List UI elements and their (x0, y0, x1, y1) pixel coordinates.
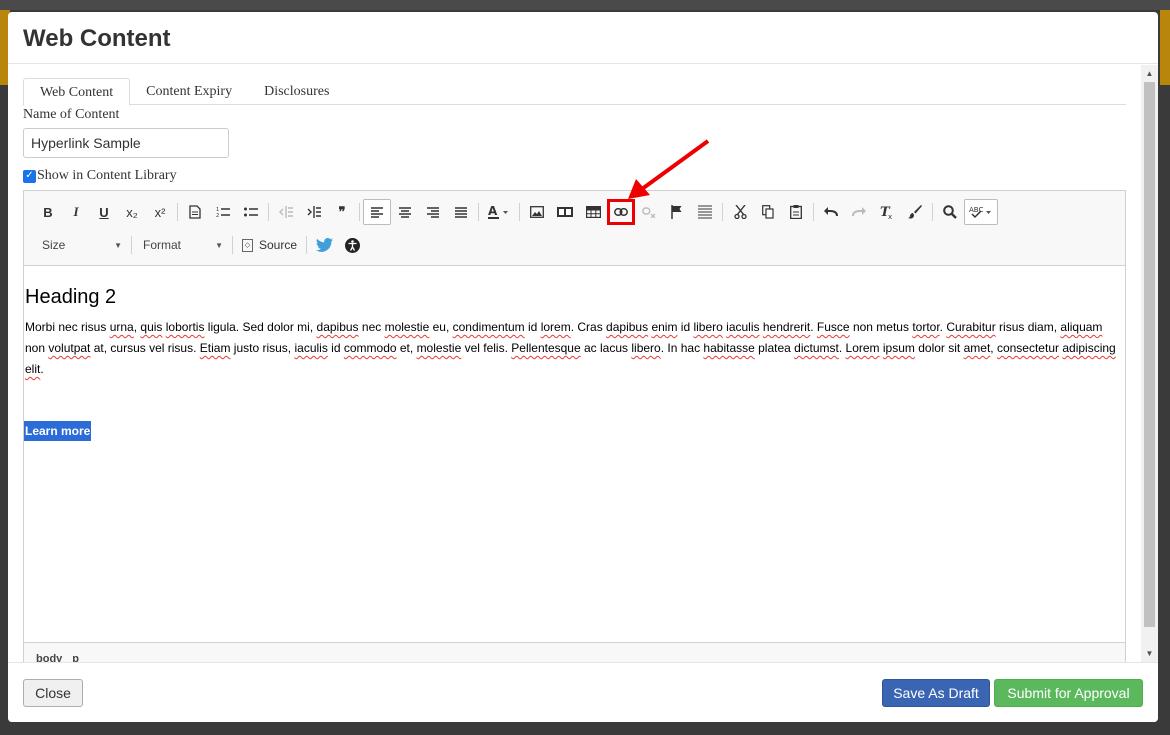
find-icon[interactable] (936, 199, 964, 225)
toolbar-row-1: B I U x₂ x² 12 ❞ A T x ABC (34, 198, 998, 226)
underline-button[interactable]: U (90, 199, 118, 225)
modal-footer: Close Save As Draft Submit for Approval (8, 662, 1158, 722)
backdrop-right-accent (1160, 10, 1170, 85)
align-right-icon[interactable] (419, 199, 447, 225)
scroll-thumb[interactable] (1144, 82, 1155, 627)
toolbar-separator (131, 236, 132, 254)
tab-bar: Web Content Content Expiry Disclosures (23, 78, 1126, 106)
chevron-down-icon: ▼ (114, 240, 122, 250)
size-dropdown-label: Size (42, 238, 66, 252)
justify-icon[interactable] (447, 199, 475, 225)
accessibility-icon[interactable] (338, 232, 366, 258)
toolbar-separator (478, 203, 479, 221)
twitter-icon[interactable] (310, 232, 338, 258)
remove-format-icon[interactable]: Tx (873, 199, 901, 225)
table-icon[interactable] (579, 199, 607, 225)
name-label: Name of Content (23, 107, 120, 122)
paste-icon[interactable] (782, 199, 810, 225)
toolbar-separator (306, 236, 308, 254)
bold-button[interactable]: B (34, 199, 62, 225)
show-in-library-row: ✓ Show in Content Library (23, 168, 177, 184)
editor-toolbar: B I U x₂ x² 12 ❞ A T x ABC Size ▼ Format… (24, 191, 1125, 266)
source-icon: ◇ (242, 238, 253, 252)
show-in-library-label: Show in Content Library (37, 168, 177, 183)
blockquote-icon[interactable]: ❞ (328, 199, 356, 225)
text-color-icon[interactable]: A (482, 199, 516, 225)
size-dropdown[interactable]: Size ▼ (34, 234, 128, 256)
horizontal-rule-icon[interactable] (691, 199, 719, 225)
submit-for-approval-button[interactable]: Submit for Approval (994, 679, 1143, 707)
editor-content-area[interactable]: Heading 2 Morbi nec risus urna, quis lob… (24, 266, 1125, 642)
image-icon[interactable] (523, 199, 551, 225)
unlink-icon[interactable] (635, 199, 663, 225)
source-button[interactable]: ◇ Source (236, 238, 303, 252)
bulleted-list-icon[interactable] (237, 199, 265, 225)
svg-text:x: x (888, 213, 892, 219)
modal-body: Web Content Content Expiry Disclosures N… (8, 65, 1158, 662)
tab-content-expiry[interactable]: Content Expiry (130, 78, 248, 105)
tab-disclosures[interactable]: Disclosures (248, 78, 345, 105)
svg-text:ABC: ABC (969, 206, 983, 214)
backdrop-top-bar (0, 0, 1170, 10)
format-dropdown[interactable]: Format ▼ (135, 234, 229, 256)
toolbar-separator (359, 203, 360, 221)
path-p[interactable]: p (72, 653, 79, 663)
content-paragraph: Morbi nec risus urna, quis lobortis ligu… (25, 320, 1116, 376)
path-body[interactable]: body (36, 653, 62, 663)
subscript-button[interactable]: x₂ (118, 199, 146, 225)
chevron-down-icon: ▼ (215, 240, 223, 250)
indent-icon[interactable] (300, 199, 328, 225)
modal-title: Web Content (23, 25, 171, 52)
italic-button[interactable]: I (62, 199, 90, 225)
scroll-up-arrow-icon[interactable]: ▲ (1141, 65, 1158, 82)
format-dropdown-label: Format (143, 238, 182, 252)
save-as-draft-button[interactable]: Save As Draft (882, 679, 990, 707)
learn-more-link-selected[interactable]: Learn more (24, 421, 92, 441)
toolbar-separator (519, 203, 520, 221)
undo-icon[interactable] (817, 199, 845, 225)
source-button-label: Source (259, 238, 298, 252)
spellcheck-icon[interactable]: ABC (964, 199, 998, 225)
copy-icon[interactable] (754, 199, 782, 225)
media-icon[interactable] (551, 199, 579, 225)
toolbar-separator (232, 236, 233, 254)
align-left-icon[interactable] (363, 199, 391, 225)
modal-scrollbar[interactable]: ▲ ▼ (1141, 65, 1158, 662)
svg-text:2: 2 (216, 213, 219, 218)
align-center-icon[interactable] (391, 199, 419, 225)
toolbar-separator (813, 203, 814, 221)
toolbar-separator (177, 203, 178, 221)
outdent-icon[interactable] (272, 199, 300, 225)
superscript-button[interactable]: x² (146, 199, 174, 225)
redo-icon[interactable] (845, 199, 873, 225)
document-icon[interactable] (181, 199, 209, 225)
show-in-library-checkbox[interactable]: ✓ (23, 169, 36, 183)
scroll-down-arrow-icon[interactable]: ▼ (1141, 645, 1158, 662)
modal-header: Web Content (8, 12, 1158, 64)
toolbar-separator (722, 203, 723, 221)
anchor-flag-icon[interactable] (663, 199, 691, 225)
close-button[interactable]: Close (23, 679, 83, 707)
toolbar-separator (268, 203, 269, 221)
numbered-list-icon[interactable]: 12 (209, 199, 237, 225)
rich-text-editor: B I U x₂ x² 12 ❞ A T x ABC Size ▼ Format… (23, 190, 1126, 662)
name-input[interactable]: Hyperlink Sample (23, 128, 229, 158)
cut-icon[interactable] (726, 199, 754, 225)
link-icon[interactable] (607, 199, 635, 225)
paint-brush-icon[interactable] (901, 199, 929, 225)
svg-text:A: A (488, 205, 498, 218)
web-content-modal: Web Content Web Content Content Expiry D… (8, 12, 1158, 722)
toolbar-row-2: Size ▼ Format ▼ ◇ Source (34, 231, 366, 259)
tab-web-content[interactable]: Web Content (23, 78, 131, 106)
content-heading: Heading 2 (25, 286, 117, 308)
editor-status-bar: body p ◢ (24, 642, 1125, 662)
toolbar-separator (932, 203, 933, 221)
